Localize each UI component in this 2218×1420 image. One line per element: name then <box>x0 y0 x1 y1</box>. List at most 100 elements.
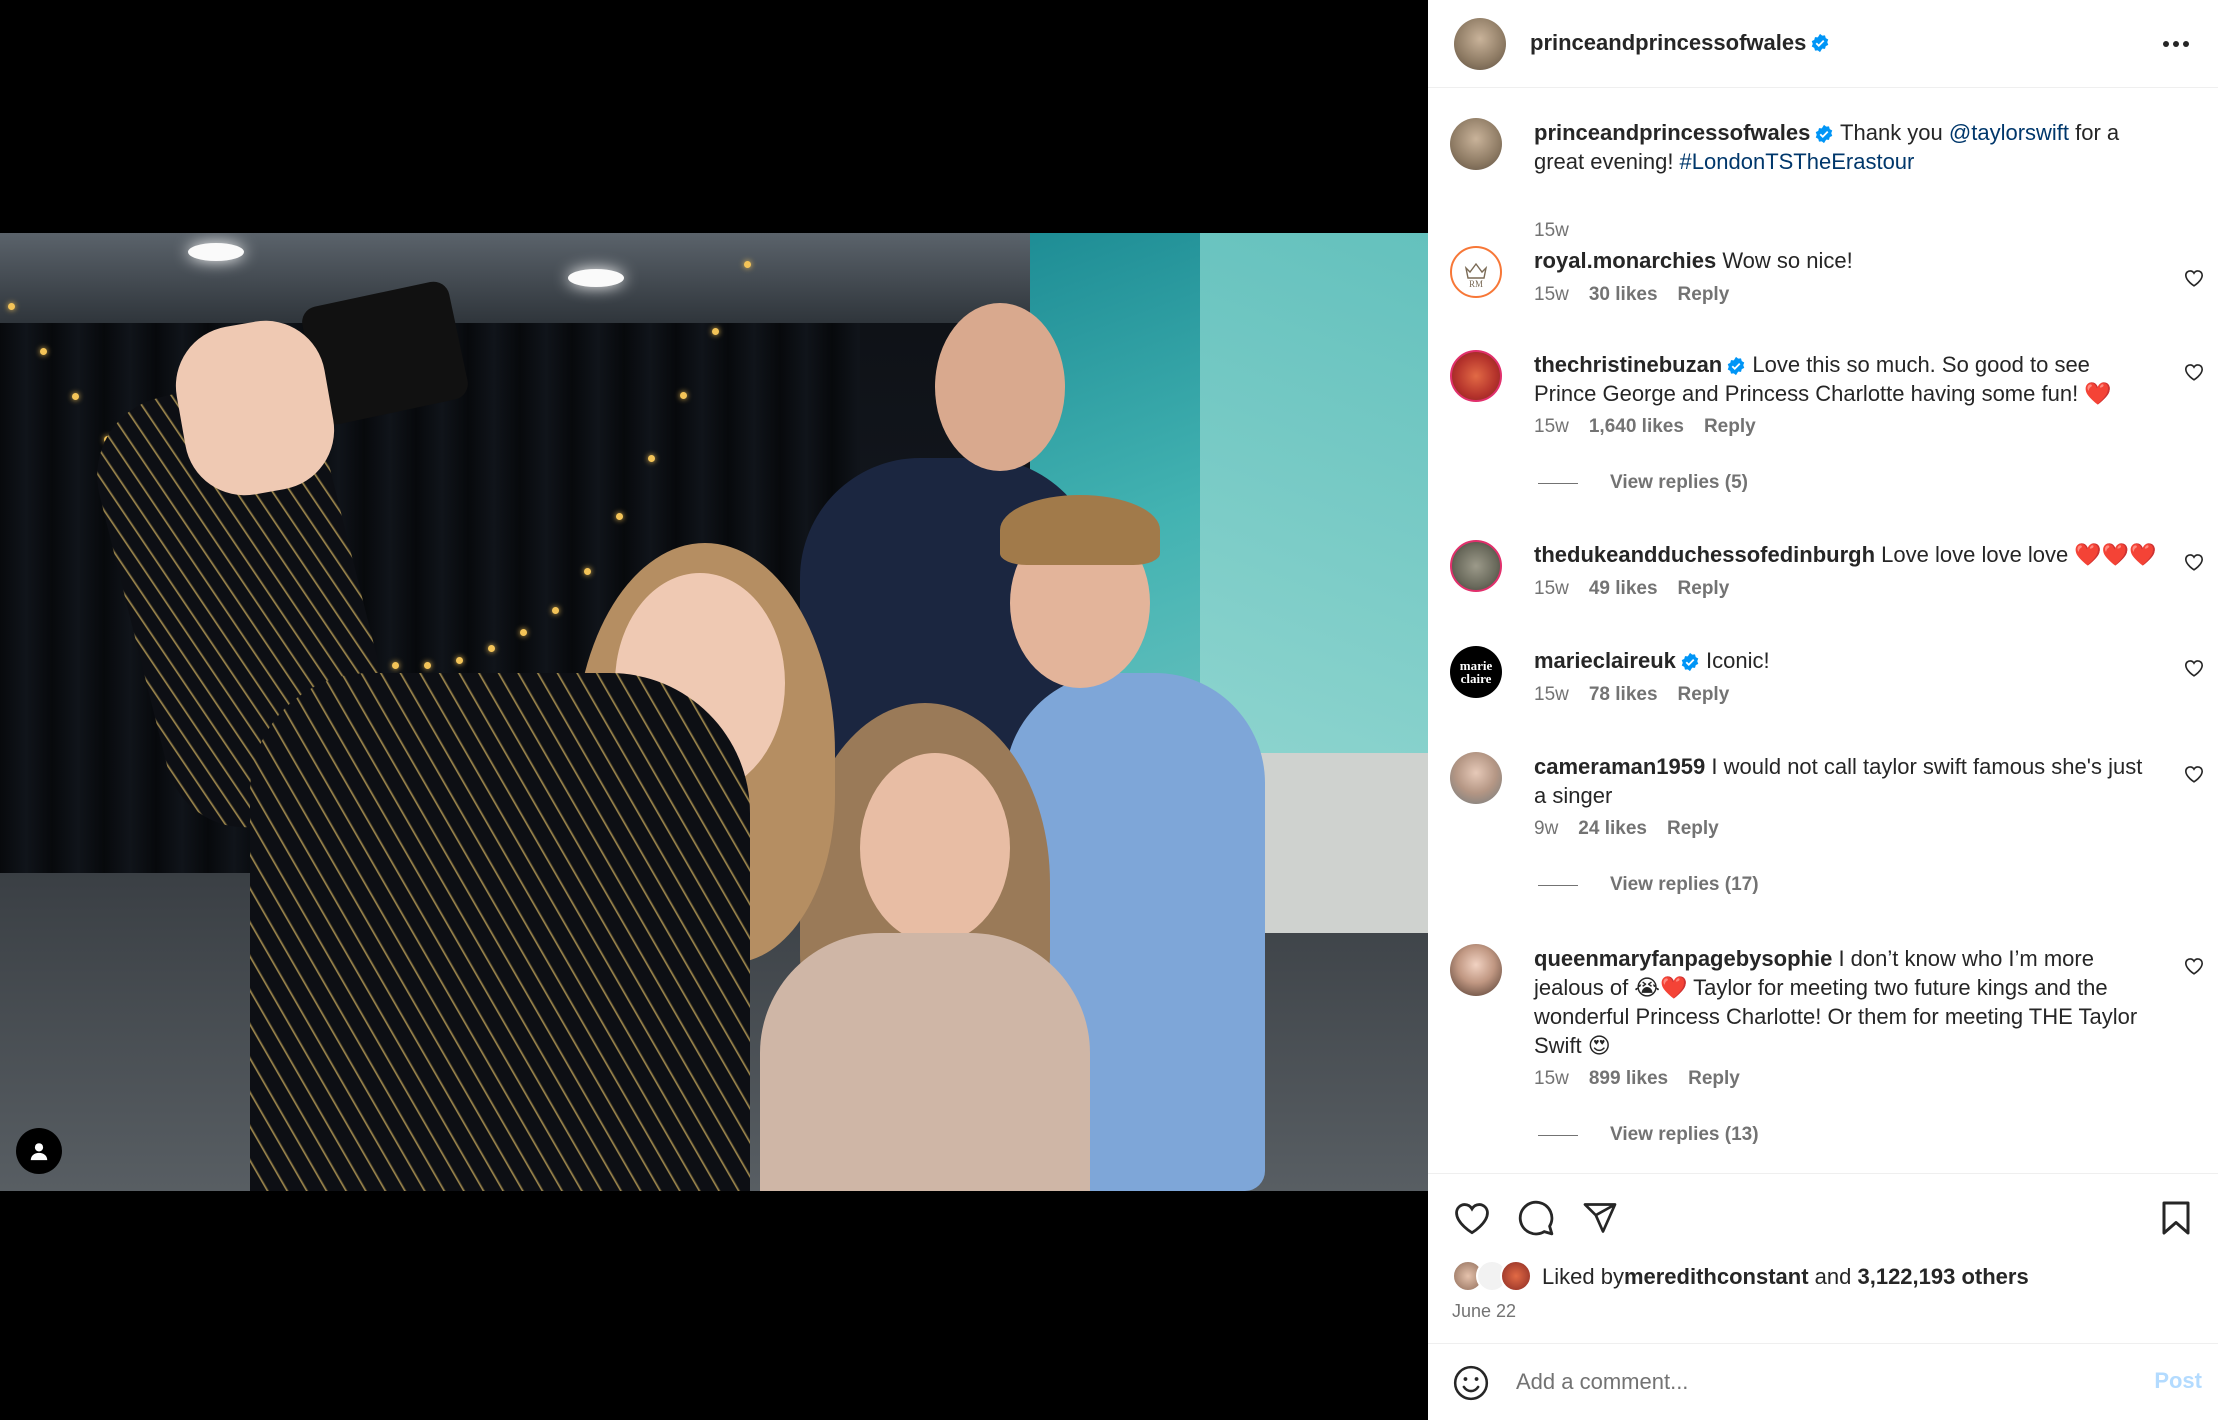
reply-button[interactable]: Reply <box>1678 578 1730 600</box>
reply-button[interactable]: Reply <box>1704 416 1756 438</box>
caption-age[interactable]: 15w <box>1534 220 1569 242</box>
post-comment-button[interactable]: Post <box>2154 1368 2202 1394</box>
liked-by-prefix: Liked by <box>1542 1264 1624 1289</box>
commenter-avatar[interactable]: marie claire <box>1450 646 1502 698</box>
comment-age[interactable]: 15w <box>1534 416 1569 438</box>
string-light-bulb <box>552 606 559 614</box>
heart-icon <box>2184 270 2204 287</box>
verified-badge-icon <box>1816 125 1833 144</box>
likes-summary: Liked by meredithconstant and 3,122,193 … <box>1452 1260 2029 1294</box>
comment-like-button[interactable] <box>2182 656 2206 680</box>
heart-icon <box>2184 958 2204 975</box>
emoji-smile-icon <box>1453 1365 1489 1401</box>
commenter-avatar[interactable] <box>1450 752 1502 804</box>
author-avatar[interactable] <box>1454 18 1506 70</box>
comment-username[interactable]: cameraman1959 <box>1534 754 1705 779</box>
comment-likes[interactable]: 78 likes <box>1589 684 1658 706</box>
comment-age[interactable]: 9w <box>1534 818 1558 840</box>
post-photo[interactable] <box>0 233 1428 1191</box>
reply-button[interactable]: Reply <box>1667 818 1719 840</box>
bookmark-icon <box>2162 1201 2190 1235</box>
comment-likes[interactable]: 30 likes <box>1589 284 1658 306</box>
liker-avatar <box>1500 1260 1532 1292</box>
reply-button[interactable]: Reply <box>1688 1068 1740 1090</box>
verified-badge-icon <box>1681 653 1699 672</box>
comment-like-button[interactable] <box>2182 550 2206 574</box>
verified-badge-icon <box>1728 357 1745 376</box>
person-icon <box>30 1143 48 1161</box>
comment-bubble-icon <box>1518 1200 1554 1236</box>
action-bar: Liked by meredithconstant and 3,122,193 … <box>1428 1173 2218 1343</box>
reply-button[interactable]: Reply <box>1678 684 1730 706</box>
marie-claire-logo: marie claire <box>1459 658 1493 686</box>
emoji-button[interactable] <box>1452 1364 1490 1402</box>
commenter-avatar[interactable] <box>1450 944 1502 996</box>
comment-text: Wow so nice! <box>1722 248 1853 273</box>
comment-input[interactable] <box>1516 1362 2076 1402</box>
comment-likes[interactable]: 49 likes <box>1589 578 1658 600</box>
comment-like-button[interactable] <box>2182 954 2206 978</box>
heart-icon <box>1455 1203 1489 1235</box>
post-panel: princeandprincessofwales princeandprince… <box>1428 0 2218 1420</box>
verified-badge-icon <box>1812 33 1829 53</box>
crown-monogram-icon: RM <box>1464 262 1488 289</box>
comment-like-button[interactable] <box>2182 762 2206 786</box>
author-username[interactable]: princeandprincessofwales <box>1530 30 1806 56</box>
string-light-bulb <box>712 327 719 335</box>
share-button[interactable] <box>1578 1196 1622 1240</box>
heart-icon <box>2184 660 2204 677</box>
commenter-avatar[interactable] <box>1450 540 1502 592</box>
paper-plane-icon <box>1583 1203 1617 1233</box>
like-button[interactable] <box>1450 1196 1494 1240</box>
comments-list[interactable]: princeandprincessofwales Thank you @tayl… <box>1428 88 2218 1173</box>
svg-text:RM: RM <box>1469 279 1483 289</box>
string-light-bulb <box>520 628 527 636</box>
save-button[interactable] <box>2154 1196 2198 1240</box>
media-area <box>0 0 1428 1420</box>
view-replies-button[interactable]: View replies (5) <box>1538 472 1748 494</box>
commenter-avatar[interactable] <box>1450 350 1502 402</box>
more-options-button[interactable] <box>2156 28 2196 60</box>
liked-by-user-link[interactable]: meredithconstant <box>1624 1264 1809 1290</box>
string-light-bulb <box>744 260 751 268</box>
comment-username[interactable]: queenmaryfanpagebysophie <box>1534 946 1832 971</box>
comment-button[interactable] <box>1514 1196 1558 1240</box>
caption-text: Thank you <box>1840 120 1949 145</box>
comment-age[interactable]: 15w <box>1534 684 1569 706</box>
comment-text: Love love love love ❤️❤️❤️ <box>1881 542 2157 567</box>
string-light-bulb <box>72 392 79 400</box>
reply-button[interactable]: Reply <box>1678 284 1730 306</box>
view-replies-button[interactable]: View replies (17) <box>1538 874 1759 896</box>
string-light-bulb <box>456 656 463 664</box>
string-light-bulb <box>8 303 15 310</box>
post-header: princeandprincessofwales <box>1428 0 2218 88</box>
heart-icon <box>2184 554 2204 571</box>
comment-username[interactable]: thechristinebuzan <box>1534 352 1722 377</box>
comment-username[interactable]: royal.monarchies <box>1534 248 1716 273</box>
string-light-bulb <box>648 454 655 462</box>
comment-like-button[interactable] <box>2182 360 2206 384</box>
comment-likes[interactable]: 24 likes <box>1578 818 1647 840</box>
caption-hashtag-link[interactable]: #LondonTSTheErastour <box>1680 149 1915 174</box>
author-avatar[interactable] <box>1450 118 1502 170</box>
user-tag-button[interactable] <box>16 1128 62 1174</box>
view-replies-button[interactable]: View replies (13) <box>1538 1124 1759 1146</box>
caption-mention-link[interactable]: @taylorswift <box>1949 120 2069 145</box>
comment-text: Iconic! <box>1706 648 1770 673</box>
comment-username[interactable]: thedukeandduchessofedinburgh <box>1534 542 1875 567</box>
comment-likes[interactable]: 899 likes <box>1589 1068 1668 1090</box>
comment-like-button[interactable] <box>2182 266 2206 290</box>
heart-icon <box>2184 364 2204 381</box>
comment-username[interactable]: marieclaireuk <box>1534 648 1676 673</box>
commenter-avatar[interactable]: RM <box>1450 246 1502 298</box>
heart-icon <box>2184 766 2204 783</box>
comment-age[interactable]: 15w <box>1534 1068 1569 1090</box>
add-comment-bar: Post <box>1428 1343 2218 1420</box>
comment-age[interactable]: 15w <box>1534 578 1569 600</box>
comment-likes[interactable]: 1,640 likes <box>1589 416 1684 438</box>
likes-count-link[interactable]: 3,122,193 others <box>1857 1264 2028 1290</box>
caption-username[interactable]: princeandprincessofwales <box>1534 120 1810 145</box>
comment-age[interactable]: 15w <box>1534 284 1569 306</box>
post-date[interactable]: June 22 <box>1452 1301 1516 1322</box>
more-horizontal-icon <box>2163 41 2189 47</box>
